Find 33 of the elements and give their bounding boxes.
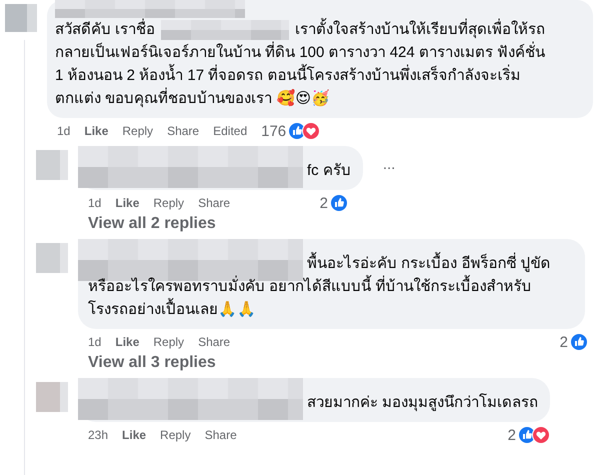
action-link[interactable]: Reply (153, 196, 184, 210)
timestamp[interactable]: 1d (88, 196, 102, 210)
comment-text: เราตั้งใจสร้างบ้านให้เรียบที่สุดเพื่อให้รถ (295, 18, 546, 41)
timestamp[interactable]: 1d (57, 124, 70, 138)
timestamp[interactable]: 23h (88, 428, 108, 442)
action-link[interactable]: Reply (153, 335, 184, 349)
action-link[interactable]: Reply (122, 124, 154, 138)
action-link[interactable]: Share (167, 124, 200, 138)
view-replies-link[interactable]: View all 2 replies (78, 212, 216, 233)
comment-text: พื้นอะไรอ่ะคับ กระเบื้อง อีพร็อกซี่ ปูขัด (307, 252, 551, 275)
reaction-count[interactable]: 2 (508, 426, 516, 444)
more-button[interactable]: ... (378, 156, 400, 172)
action-link[interactable]: Like (115, 196, 140, 210)
view-replies-link[interactable]: View all 3 replies (78, 351, 216, 372)
comment-text: สวยมากค่ะ มองมุมสูงนึกว่าโมเดลรถ (307, 392, 538, 414)
thumbs-up-icon (330, 194, 348, 212)
action-link[interactable]: Like (84, 124, 108, 138)
reaction-count[interactable]: 176 (261, 122, 286, 140)
comment-text: ตกแต่ง ขอบคุณที่ชอบบ้านของเรา 🥰😍🥳 (55, 90, 330, 107)
comment-text: สวัสดีคับ เราชื่อ (55, 18, 156, 41)
reaction-count[interactable]: 2 (320, 194, 328, 212)
action-link[interactable]: Share (204, 428, 237, 442)
reaction-count[interactable]: 2 (560, 334, 568, 350)
thumbs-up-icon (570, 333, 588, 351)
action-link[interactable]: Share (198, 335, 230, 349)
action-link[interactable]: Like (115, 335, 140, 349)
timestamp[interactable]: 1d (88, 335, 102, 349)
action-link[interactable]: Share (198, 196, 230, 210)
action-link[interactable]: Like (122, 428, 146, 442)
action-link[interactable]: Reply (160, 428, 191, 442)
comment-text: กลายเป็นเฟอร์นิเจอร์ภายในบ้าน ที่ดิน 100 ตารางวา 424 ตารางเมตร ฟังค์ชั่น (55, 44, 546, 61)
edited-label: Edited (213, 124, 248, 138)
comment-text: fc ครับ (307, 161, 351, 181)
